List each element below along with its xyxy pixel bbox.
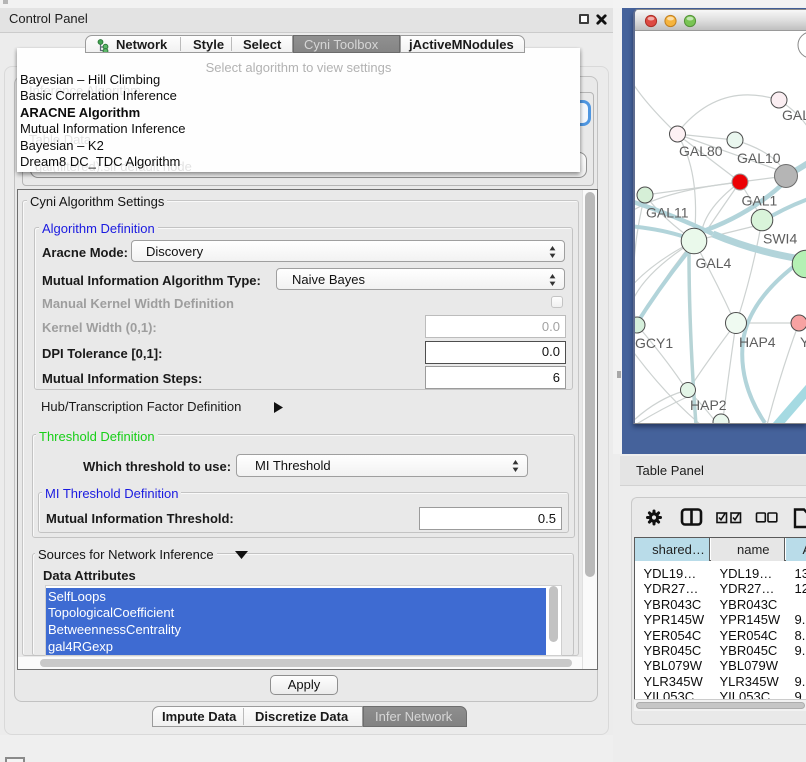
- svg-text:GAL4: GAL4: [696, 255, 732, 271]
- svg-text:HAP2: HAP2: [690, 397, 727, 413]
- svg-text:YM…: YM…: [800, 334, 806, 350]
- svg-text:GAL1: GAL1: [742, 193, 778, 209]
- svg-text:GAL7: GAL7: [782, 107, 806, 123]
- svg-text:SWI4: SWI4: [763, 231, 797, 247]
- svg-text:HAP4: HAP4: [739, 334, 776, 350]
- svg-text:GAL10: GAL10: [737, 150, 781, 166]
- svg-text:GAL80: GAL80: [679, 143, 723, 159]
- svg-text:GAL11: GAL11: [646, 205, 689, 221]
- svg-text:GCY1: GCY1: [635, 335, 673, 351]
